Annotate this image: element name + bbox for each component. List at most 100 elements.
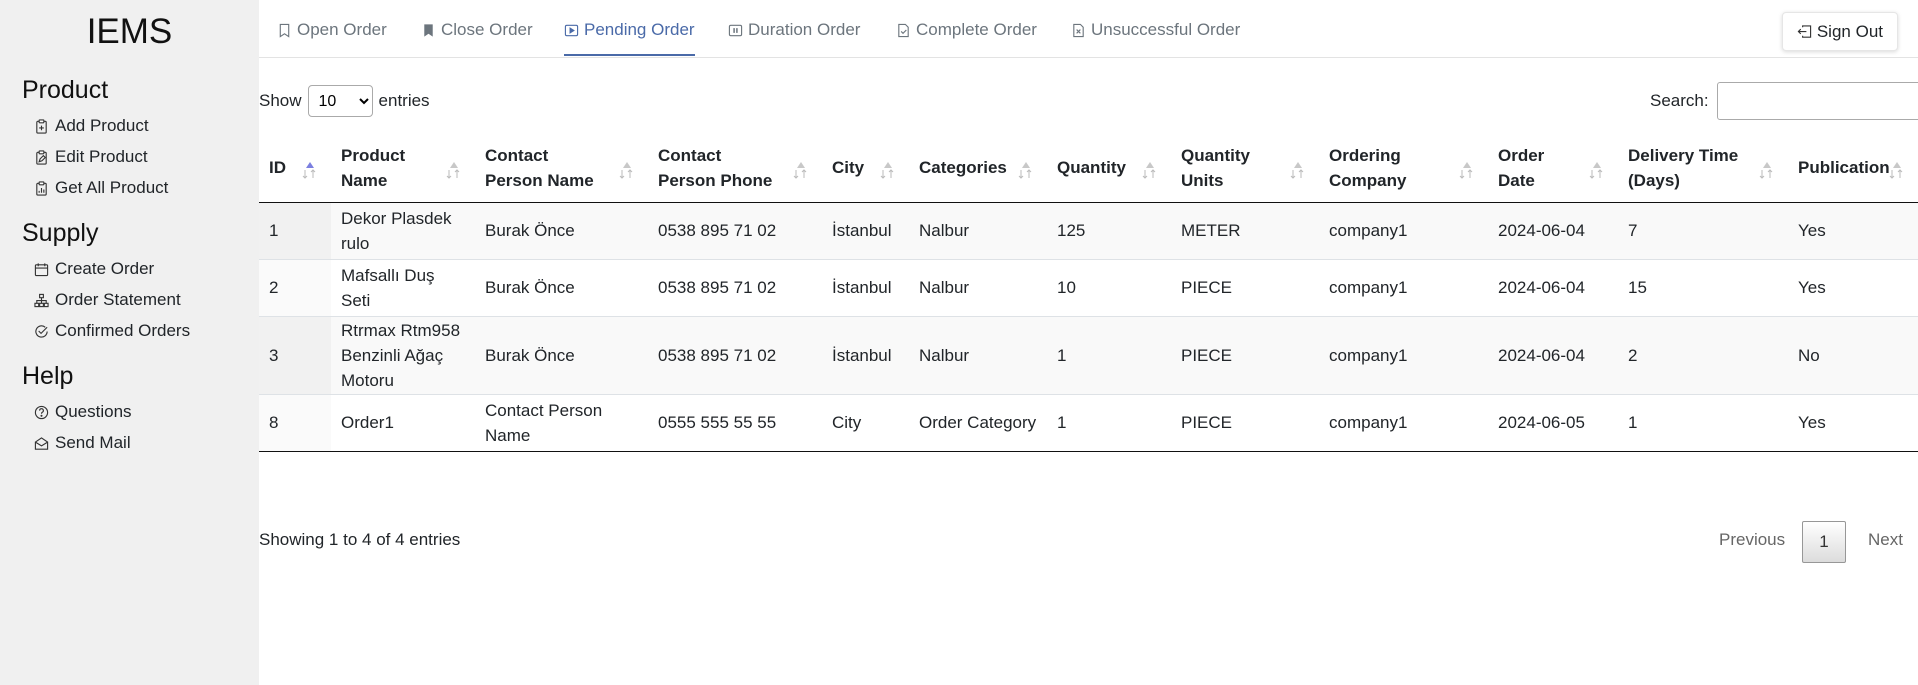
table-cell: PIECE bbox=[1171, 258, 1319, 316]
file-check-icon bbox=[898, 23, 909, 38]
table-cell: 0538 895 71 02 bbox=[648, 201, 822, 259]
sort-icon bbox=[1018, 162, 1032, 179]
table-cell: 7 bbox=[1618, 201, 1788, 259]
sort-icon bbox=[619, 162, 633, 179]
column-header-label: Contact Person Name bbox=[485, 145, 594, 190]
brand-logo: IEMS bbox=[86, 12, 173, 51]
table-cell: 2024-06-04 bbox=[1488, 258, 1618, 316]
column-header[interactable]: Quantity Units bbox=[1171, 134, 1319, 203]
table-row[interactable]: 2 Mafsallı Duş Seti Burak Önce 0538 895 71 … bbox=[259, 258, 1918, 316]
tab-close-order[interactable]: Close Order bbox=[421, 20, 533, 56]
sort-icon bbox=[1889, 162, 1903, 179]
table-cell: Rtrmax Rtm958 Benzinli Ağaç Motoru bbox=[331, 315, 475, 394]
column-header-label: City bbox=[832, 158, 865, 178]
calendar-icon bbox=[34, 262, 49, 276]
table-cell: 2 bbox=[1618, 315, 1788, 394]
diagram-icon bbox=[34, 293, 49, 307]
envelope-icon bbox=[34, 436, 49, 450]
column-header[interactable]: Order Date bbox=[1488, 134, 1618, 203]
table-cell: PIECE bbox=[1171, 393, 1319, 452]
column-header[interactable]: City bbox=[822, 134, 909, 203]
tab-unsuccessful-order[interactable]: Unsuccessful Order bbox=[1071, 20, 1240, 56]
sidebar-item-send-mail[interactable]: Send Mail bbox=[34, 431, 131, 455]
page-size-select[interactable]: 102550100 bbox=[307, 85, 373, 117]
table-cell: 15 bbox=[1618, 258, 1788, 316]
page-1-button[interactable]: 1 bbox=[1802, 521, 1846, 563]
table-cell: Order Category bbox=[909, 393, 1047, 452]
table-cell: company1 bbox=[1319, 393, 1488, 452]
table-cell: No bbox=[1788, 315, 1918, 394]
show-label: Show bbox=[259, 91, 302, 110]
tab-duration-order[interactable]: Duration Order bbox=[728, 20, 860, 56]
column-header[interactable]: ID bbox=[259, 134, 331, 203]
column-header[interactable]: Delivery Time (Days) bbox=[1618, 134, 1788, 203]
sort-icon bbox=[1459, 162, 1473, 179]
table-cell: Nalbur bbox=[909, 258, 1047, 316]
column-header[interactable]: Publication bbox=[1788, 134, 1918, 203]
bookmark-fill-icon bbox=[424, 24, 433, 37]
table-row[interactable]: 1 Dekor Plasdek rulo Burak Önce 0538 895 71… bbox=[259, 201, 1918, 259]
table-cell: 1 bbox=[1618, 393, 1788, 452]
table-cell: İstanbul bbox=[822, 258, 909, 316]
previous-page-button[interactable]: Previous bbox=[1719, 530, 1785, 550]
sidebar-item-label: Add Product bbox=[55, 116, 149, 135]
search-input[interactable] bbox=[1716, 82, 1918, 120]
page-size-control: Show 102550100 entries bbox=[259, 84, 430, 118]
sidebar-item-label: Confirmed Orders bbox=[55, 321, 191, 340]
table-cell: Burak Önce bbox=[475, 201, 648, 259]
sort-icon bbox=[1290, 162, 1304, 179]
table-cell: company1 bbox=[1319, 315, 1488, 394]
top-nav: Open Order Close Order Pending Order Dur… bbox=[259, 0, 1918, 58]
column-header-label: Product Name bbox=[341, 145, 406, 190]
section-title-help: Help bbox=[22, 362, 74, 390]
bookmark-icon bbox=[279, 23, 290, 38]
table-cell: Order1 bbox=[331, 393, 475, 452]
sidebar-item-confirmed-orders[interactable]: Confirmed Orders bbox=[34, 319, 190, 343]
tab-open-order[interactable]: Open Order bbox=[277, 20, 387, 56]
column-header[interactable]: Ordering Company bbox=[1319, 134, 1488, 203]
sidebar-item-get-all-product[interactable]: Get All Product bbox=[34, 176, 168, 200]
sidebar-item-questions[interactable]: Questions bbox=[34, 400, 132, 424]
column-header[interactable]: Product Name bbox=[331, 134, 475, 203]
sidebar-item-create-order[interactable]: Create Order bbox=[34, 257, 154, 281]
column-header[interactable]: Categories bbox=[909, 134, 1047, 203]
table-row[interactable]: 3 Rtrmax Rtm958 Benzinli Ağaç Motoru Burak… bbox=[259, 315, 1918, 394]
file-x-icon bbox=[1073, 23, 1084, 38]
column-header-label: ID bbox=[269, 158, 286, 178]
table-cell: METER bbox=[1171, 201, 1319, 259]
sidebar-item-add-product[interactable]: Add Product bbox=[34, 114, 149, 138]
pause-icon bbox=[728, 24, 743, 37]
sidebar-item-label: Edit Product bbox=[55, 147, 148, 166]
sort-ascending-icon bbox=[302, 162, 316, 179]
box-arrow-left-icon bbox=[1797, 25, 1811, 38]
table-cell: 125 bbox=[1047, 201, 1171, 259]
tab-label: Duration Order bbox=[748, 20, 861, 39]
column-header[interactable]: Contact Person Name bbox=[475, 134, 648, 203]
tab-label: Close Order bbox=[441, 20, 533, 39]
table-cell: Mafsallı Duş Seti bbox=[331, 258, 475, 316]
column-header-label: Contact Person Phone bbox=[658, 145, 773, 190]
table-cell: 1 bbox=[1047, 315, 1171, 394]
column-header[interactable]: Quantity bbox=[1047, 134, 1171, 203]
column-header-label: Categories bbox=[919, 158, 1007, 178]
next-page-button[interactable]: Next bbox=[1868, 530, 1903, 550]
table-cell: 1 bbox=[259, 201, 331, 259]
sign-out-button[interactable]: Sign Out bbox=[1781, 12, 1898, 51]
sidebar-item-edit-product[interactable]: Edit Product bbox=[34, 145, 148, 169]
section-title-product: Product bbox=[22, 76, 109, 104]
table-cell: Burak Önce bbox=[475, 315, 648, 394]
sidebar-item-order-statement[interactable]: Order Statement bbox=[34, 288, 181, 312]
tab-label: Complete Order bbox=[916, 20, 1037, 39]
table-row[interactable]: 8 Order1 Contact Person Name 0555 555 55 55… bbox=[259, 393, 1918, 452]
table-cell: 2 bbox=[259, 258, 331, 316]
tab-pending-order[interactable]: Pending Order bbox=[564, 20, 695, 56]
column-header-label: Order Date bbox=[1498, 145, 1545, 190]
tab-complete-order[interactable]: Complete Order bbox=[896, 20, 1037, 56]
sign-out-label: Sign Out bbox=[1816, 21, 1883, 41]
column-header-label: Publication bbox=[1798, 158, 1890, 178]
table-info: Showing 1 to 4 of 4 entries bbox=[259, 530, 461, 549]
column-header[interactable]: Contact Person Phone bbox=[648, 134, 822, 203]
table-cell: 8 bbox=[259, 393, 331, 452]
table-cell: İstanbul bbox=[822, 315, 909, 394]
tab-label: Unsuccessful Order bbox=[1091, 20, 1241, 39]
